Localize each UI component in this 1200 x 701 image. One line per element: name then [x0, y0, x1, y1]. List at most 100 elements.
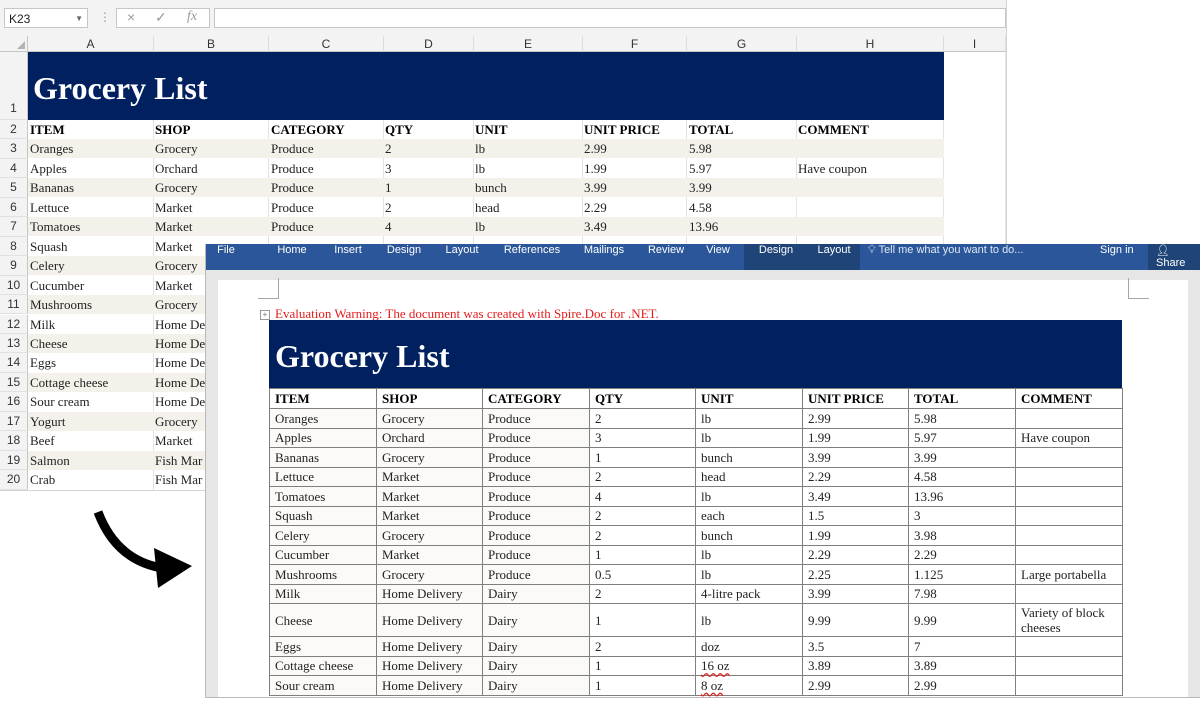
table-cell[interactable]: 3.98 — [908, 525, 1016, 546]
table-cell[interactable]: 1 — [589, 655, 696, 676]
insert-function-icon[interactable]: fx — [187, 9, 197, 25]
table-cell[interactable]: Produce — [482, 564, 590, 585]
table-cell[interactable] — [1015, 583, 1123, 604]
column-title[interactable]: COMMENT — [798, 120, 869, 139]
ribbon-tab-design-table[interactable]: Design — [744, 244, 808, 270]
table-cell[interactable]: lb — [695, 486, 803, 507]
table-cell[interactable]: 2 — [589, 583, 696, 604]
cell[interactable]: Market — [155, 431, 193, 450]
table-cell[interactable]: Celery — [269, 525, 377, 546]
table-cell[interactable]: Dairy — [482, 675, 590, 696]
table-cell[interactable]: Have coupon — [1015, 427, 1123, 448]
cell[interactable]: 2.29 — [584, 198, 607, 217]
cell[interactable]: Market — [155, 217, 193, 236]
table-cell[interactable]: Dairy — [482, 636, 590, 657]
table-cell[interactable]: Dairy — [482, 655, 590, 676]
column-title[interactable]: QTY — [385, 120, 413, 139]
ribbon-tab-insert[interactable]: Insert — [322, 244, 374, 270]
table-cell[interactable]: Large portabella — [1015, 564, 1123, 585]
table-cell[interactable]: Produce — [482, 427, 590, 448]
cell[interactable]: Salmon — [30, 451, 70, 470]
table-cell[interactable]: Tomatoes — [269, 486, 377, 507]
table-cell[interactable]: 8 oz — [695, 675, 803, 696]
column-header-g[interactable]: G — [687, 36, 797, 52]
table-cell[interactable]: 2.29 — [908, 544, 1016, 565]
cell[interactable]: 2.99 — [584, 139, 607, 158]
cell[interactable]: Market — [155, 237, 193, 256]
table-cell[interactable]: Mushrooms — [269, 564, 377, 585]
table-cell[interactable]: 13.96 — [908, 486, 1016, 507]
ribbon-tab-layout[interactable]: Layout — [436, 244, 488, 270]
row-header[interactable]: 13 — [0, 333, 28, 354]
table-cell[interactable]: Grocery — [376, 408, 483, 429]
table-cell[interactable]: Produce — [482, 505, 590, 526]
table-cell[interactable]: Grocery — [376, 564, 483, 585]
cell[interactable]: Market — [155, 276, 193, 295]
table-cell[interactable]: 3.89 — [802, 655, 909, 676]
cell[interactable]: Celery — [30, 256, 65, 275]
table-cell[interactable]: 2 — [589, 525, 696, 546]
column-title[interactable]: UNIT PRICE — [584, 120, 660, 139]
cell[interactable]: Cottage cheese — [30, 373, 108, 392]
table-cell[interactable]: 0.5 — [589, 564, 696, 585]
table-cell[interactable]: 3.99 — [908, 447, 1016, 468]
table-cell[interactable]: doz — [695, 636, 803, 657]
cell[interactable]: Crab — [30, 470, 55, 489]
cell[interactable]: Grocery — [155, 412, 198, 431]
table-cell[interactable]: Market — [376, 505, 483, 526]
table-cell[interactable]: Home Delivery — [376, 675, 483, 696]
cell[interactable]: Home De — [155, 334, 205, 353]
cell[interactable]: 3.99 — [584, 178, 607, 197]
column-title[interactable]: COMMENT — [1015, 388, 1123, 409]
table-cell[interactable]: bunch — [695, 447, 803, 468]
table-cell[interactable]: lb — [695, 603, 803, 637]
cell[interactable]: Fish Mar — [155, 470, 202, 489]
cell[interactable]: 3.99 — [689, 178, 712, 197]
table-cell[interactable]: Dairy — [482, 603, 590, 637]
cell[interactable]: 4.58 — [689, 198, 712, 217]
cell[interactable]: Produce — [271, 198, 314, 217]
column-header-i[interactable]: I — [944, 36, 1006, 52]
table-cell[interactable]: 5.98 — [908, 408, 1016, 429]
ribbon-tab-file[interactable]: File — [206, 244, 246, 270]
table-cell[interactable]: 1 — [589, 544, 696, 565]
table-cell[interactable]: Oranges — [269, 408, 377, 429]
table-cell[interactable]: 4 — [589, 486, 696, 507]
cell[interactable]: Home De — [155, 353, 205, 372]
column-header-a[interactable]: A — [28, 36, 154, 52]
cell[interactable]: Cheese — [30, 334, 68, 353]
table-cell[interactable]: 9.99 — [908, 603, 1016, 637]
cancel-icon[interactable]: × — [127, 9, 135, 25]
table-cell[interactable]: 4-litre pack — [695, 583, 803, 604]
row-header[interactable]: 7 — [0, 217, 28, 237]
cell[interactable]: Sour cream — [30, 392, 90, 411]
table-cell[interactable]: Cucumber — [269, 544, 377, 565]
row-header[interactable]: 5 — [0, 178, 28, 198]
cell[interactable]: head — [475, 198, 500, 217]
table-cell[interactable] — [1015, 636, 1123, 657]
cell[interactable]: 1 — [385, 178, 392, 197]
document-page[interactable]: + Evaluation Warning: The document was c… — [218, 278, 1188, 697]
table-cell[interactable]: 3 — [908, 505, 1016, 526]
cell[interactable]: Yogurt — [30, 412, 66, 431]
table-cell[interactable]: Produce — [482, 447, 590, 468]
table-cell[interactable]: Produce — [482, 525, 590, 546]
column-title[interactable]: TOTAL — [908, 388, 1016, 409]
column-title[interactable]: CATEGORY — [482, 388, 590, 409]
cell[interactable]: Squash — [30, 237, 68, 256]
table-cell[interactable]: 3.99 — [802, 447, 909, 468]
table-cell[interactable]: lb — [695, 564, 803, 585]
row-header[interactable]: 20 — [0, 470, 28, 490]
table-cell[interactable]: 2 — [589, 466, 696, 487]
cell[interactable]: Produce — [271, 159, 314, 178]
table-cell[interactable] — [1015, 466, 1123, 487]
table-cell[interactable]: 2 — [589, 636, 696, 657]
table-cell[interactable]: Cottage cheese — [269, 655, 377, 676]
table-cell[interactable]: Sour cream — [269, 675, 377, 696]
table-cell[interactable] — [1015, 655, 1123, 676]
tell-me-box[interactable]: 💡︎ Tell me what you want to do... — [868, 244, 1023, 270]
cell[interactable]: Lettuce — [30, 198, 69, 217]
table-cell[interactable]: Grocery — [376, 525, 483, 546]
table-cell[interactable] — [1015, 408, 1123, 429]
cell[interactable]: 2 — [385, 139, 392, 158]
